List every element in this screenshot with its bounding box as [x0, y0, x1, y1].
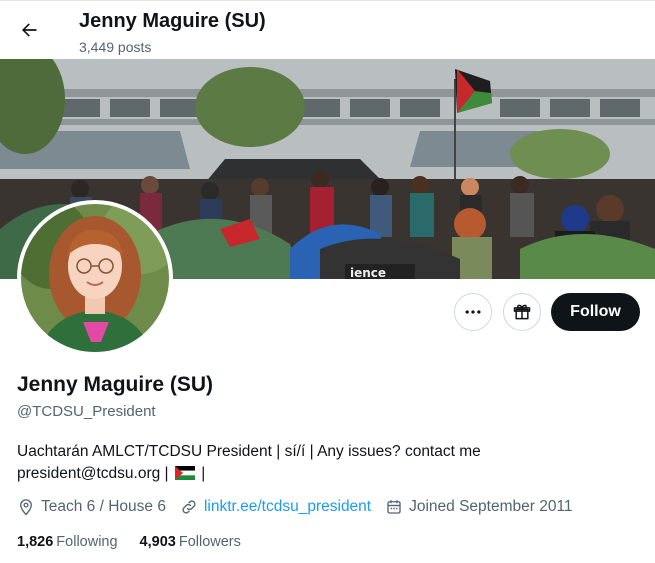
back-button[interactable] — [12, 13, 46, 47]
following-count: 1,826 — [17, 534, 54, 550]
website-link[interactable]: linktr.ee/tcdsu_president — [204, 498, 371, 516]
profile-avatar[interactable] — [17, 200, 173, 356]
location-item: Teach 6 / House 6 — [17, 498, 166, 516]
joined-item: Joined September 2011 — [385, 498, 573, 516]
bio-line-2: president@tcdsu.org | | — [17, 463, 637, 485]
header-title: Jenny Maguire (SU) — [79, 10, 266, 32]
following-label: Following — [56, 534, 118, 550]
palestine-flag-icon — [174, 466, 195, 480]
gift-icon — [513, 304, 531, 320]
website-item: linktr.ee/tcdsu_president — [180, 498, 371, 516]
bio-email-text: president@tcdsu.org | — [17, 465, 169, 482]
profile-handle: @TCDSU_President — [17, 403, 156, 420]
more-options-icon — [465, 310, 481, 314]
profile-bio: Uachtarán AMLCT/TCDSU President | sí/í |… — [17, 441, 637, 485]
profile-meta: Teach 6 / House 6 linktr.ee/tcdsu_presid… — [17, 496, 587, 518]
profile-stats: 1,826 Following 4,903 Followers — [17, 534, 263, 550]
profile-header-bar: Jenny Maguire (SU) 3,449 posts — [0, 0, 655, 59]
calendar-icon — [385, 498, 403, 516]
following-link[interactable]: 1,826 Following — [17, 534, 118, 550]
followers-label: Followers — [178, 534, 241, 550]
more-options-button[interactable] — [454, 293, 492, 331]
header-post-count: 3,449 posts — [79, 39, 152, 55]
follow-button[interactable]: Follow — [551, 293, 640, 331]
bio-end-separator: | — [201, 465, 206, 482]
svg-text:ience: ience — [350, 266, 386, 279]
location-text: Teach 6 / House 6 — [41, 498, 166, 515]
back-arrow-icon — [22, 23, 37, 37]
bio-line-1: Uachtarán AMLCT/TCDSU President | sí/í |… — [17, 443, 481, 460]
link-icon — [180, 498, 198, 516]
profile-name: Jenny Maguire (SU) — [17, 373, 214, 396]
followers-link[interactable]: 4,903 Followers — [140, 534, 241, 550]
joined-text: Joined September 2011 — [409, 498, 573, 515]
gift-button[interactable] — [503, 293, 541, 331]
location-pin-icon — [17, 498, 35, 516]
followers-count: 4,903 — [139, 534, 176, 550]
